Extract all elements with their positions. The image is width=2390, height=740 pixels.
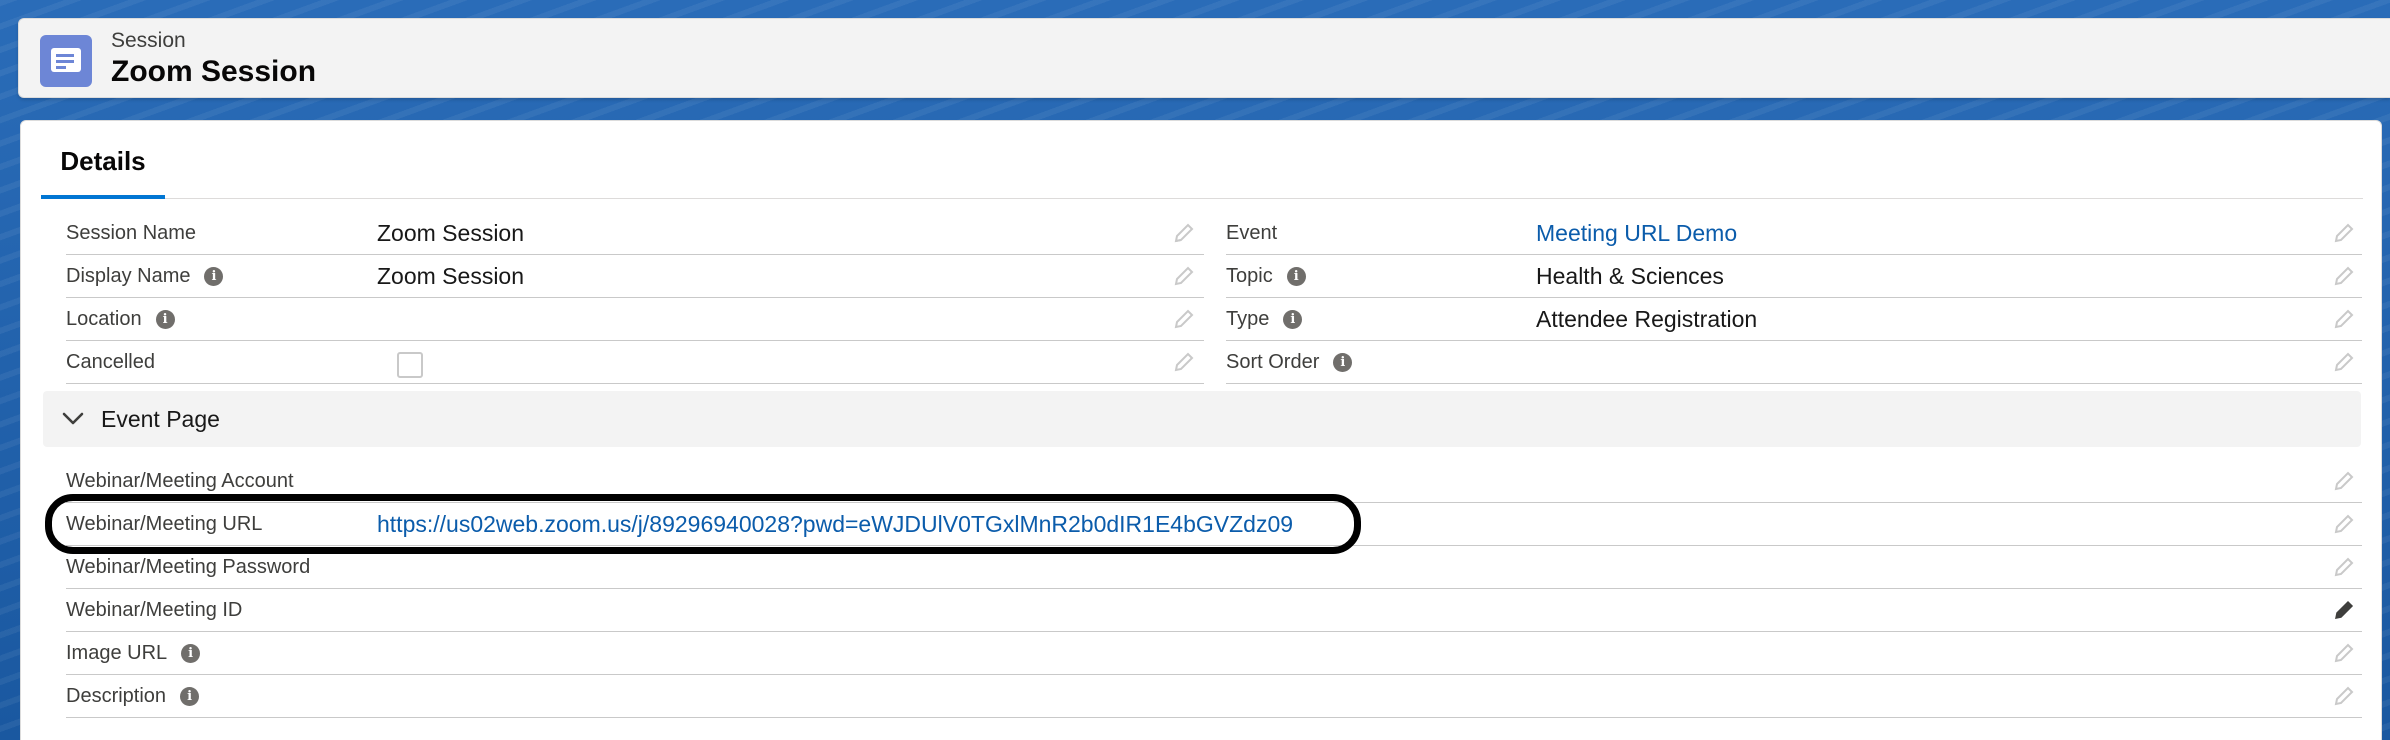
info-icon[interactable]: i (1333, 353, 1353, 372)
field-value: Zoom Session (377, 220, 525, 246)
field-label: Webinar/Meeting ID (66, 599, 243, 621)
field-label: Type i (1226, 299, 1303, 340)
field-label: Event (1226, 222, 1278, 244)
record-header: Session Zoom Session (18, 18, 2390, 98)
field-label: Webinar/Meeting Account (66, 470, 294, 492)
field-label: Sort Order i (1226, 342, 1353, 383)
record-type-label: Session (111, 29, 186, 52)
edit-pencil-icon[interactable] (2332, 598, 2356, 622)
section-title: Event Page (101, 405, 220, 432)
meeting-url-link[interactable]: https://us02web.zoom.us/j/89296940028?pw… (377, 504, 1293, 545)
field-type: Type i Attendee Registration (1226, 299, 2362, 341)
edit-pencil-icon[interactable] (2332, 264, 2356, 288)
event-link[interactable]: Meeting URL Demo (1536, 213, 1737, 254)
field-description: Description i (66, 676, 2362, 718)
field-label: Topic i (1226, 256, 1306, 297)
field-label: Webinar/Meeting Password (66, 556, 311, 578)
field-label: Cancelled (66, 351, 155, 373)
field-event: Event Meeting URL Demo (1226, 213, 2362, 255)
edit-pencil-icon[interactable] (1172, 307, 1196, 331)
field-sort-order: Sort Order i (1226, 342, 2362, 384)
field-label: Session Name (66, 222, 197, 244)
edit-pencil-icon[interactable] (1172, 350, 1196, 374)
field-label: Description i (66, 676, 200, 717)
tab-bar: Details (41, 121, 2363, 199)
field-value: Health & Sciences (1536, 263, 1724, 289)
edit-pencil-icon[interactable] (1172, 264, 1196, 288)
field-image-url: Image URL i (66, 633, 2362, 675)
info-icon[interactable]: i (1283, 310, 1303, 329)
record-icon (40, 35, 92, 87)
field-label: Webinar/Meeting URL (66, 513, 263, 535)
field-meeting-account: Webinar/Meeting Account (66, 461, 2362, 503)
edit-pencil-icon[interactable] (2332, 221, 2356, 245)
field-label: Display Name i (66, 256, 224, 297)
cancelled-checkbox[interactable] (397, 352, 423, 378)
field-meeting-id: Webinar/Meeting ID (66, 590, 2362, 632)
field-label: Image URL i (66, 633, 201, 674)
details-card: Details Session Name Zoom Session Displa… (20, 120, 2382, 740)
edit-pencil-icon[interactable] (2332, 307, 2356, 331)
edit-pencil-icon[interactable] (2332, 641, 2356, 665)
field-label: Location i (66, 299, 175, 340)
info-icon[interactable]: i (181, 644, 201, 663)
info-icon[interactable]: i (155, 310, 175, 329)
field-session-name: Session Name Zoom Session (66, 213, 1204, 255)
edit-pencil-icon[interactable] (2332, 350, 2356, 374)
edit-pencil-icon[interactable] (2332, 555, 2356, 579)
field-meeting-url: Webinar/Meeting URL https://us02web.zoom… (66, 504, 2362, 546)
chevron-down-icon[interactable] (61, 407, 85, 431)
field-value: Attendee Registration (1536, 306, 1758, 332)
info-icon[interactable]: i (180, 687, 200, 706)
section-event-page[interactable]: Event Page (43, 391, 2361, 447)
edit-pencil-icon[interactable] (2332, 512, 2356, 536)
info-icon[interactable]: i (1286, 267, 1306, 286)
field-location: Location i (66, 299, 1204, 341)
field-value: Zoom Session (377, 263, 525, 289)
field-meeting-password: Webinar/Meeting Password (66, 547, 2362, 589)
field-topic: Topic i Health & Sciences (1226, 256, 2362, 298)
record-title: Zoom Session (111, 55, 317, 88)
edit-pencil-icon[interactable] (2332, 684, 2356, 708)
field-cancelled: Cancelled (66, 342, 1204, 384)
info-icon[interactable]: i (204, 267, 224, 286)
tab-details[interactable]: Details (41, 121, 165, 199)
edit-pencil-icon[interactable] (1172, 221, 1196, 245)
field-display-name: Display Name i Zoom Session (66, 256, 1204, 298)
edit-pencil-icon[interactable] (2332, 469, 2356, 493)
